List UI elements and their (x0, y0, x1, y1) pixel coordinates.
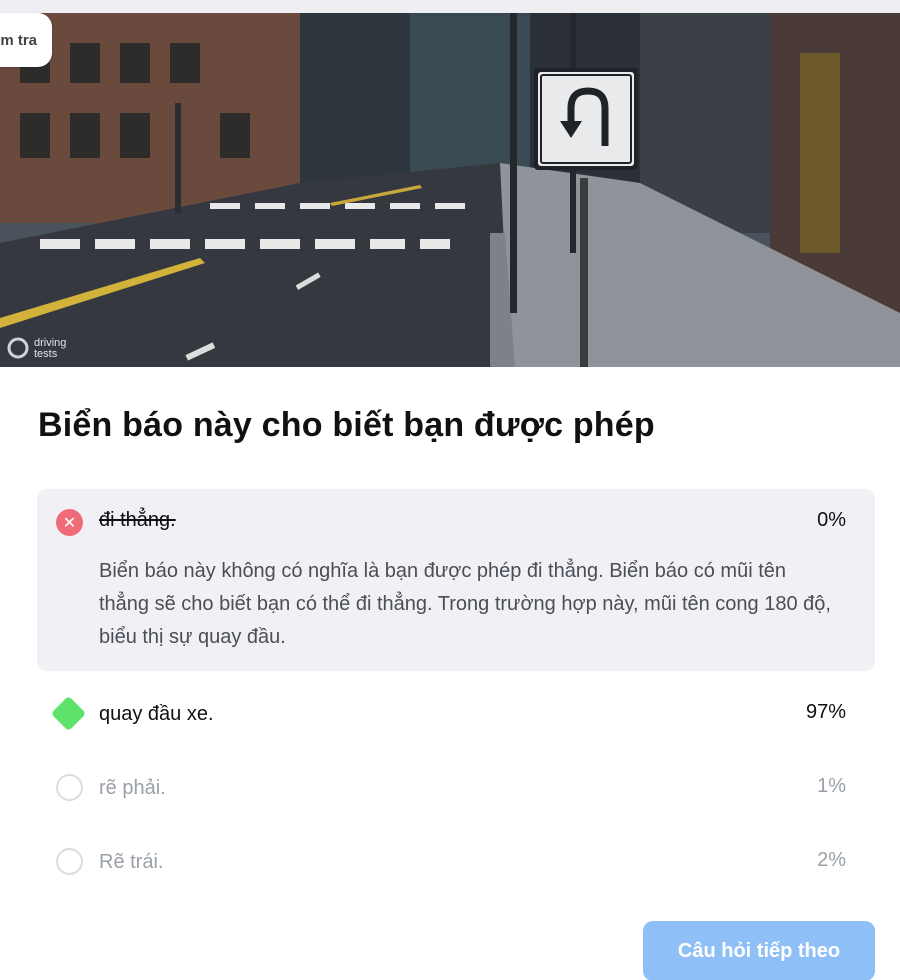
answer-percent: 1% (817, 775, 846, 797)
answer-label: rẽ phải. (99, 777, 166, 799)
u-turn-sign-icon (534, 68, 638, 170)
watermark-text: tests (34, 348, 58, 360)
answer-label: quay đầu xe. (99, 703, 214, 725)
answer-option[interactable]: rẽ phải. 1% (37, 768, 875, 808)
answer-percent: 97% (805, 701, 846, 723)
answer-option[interactable]: Rẽ trái. 2% (37, 842, 875, 882)
answer-option-wrong[interactable]: ✕ đi thẳng. 0% Biển báo này không có ngh… (37, 489, 875, 671)
answer-explanation: Biển báo này không có nghĩa là bạn được … (99, 560, 831, 648)
radio-empty-icon (56, 848, 83, 875)
answer-label: đi thẳng. (99, 509, 176, 531)
next-question-button[interactable]: Câu hỏi tiếp theo (643, 921, 875, 980)
answer-option-correct[interactable]: quay đầu xe. 97% (37, 694, 875, 734)
radio-empty-icon (56, 774, 83, 801)
top-strip (0, 0, 900, 13)
answer-label: Rẽ trái. (99, 851, 164, 873)
diamond-check-icon (50, 695, 87, 732)
close-icon: ✕ (56, 509, 83, 536)
question-title: Biển báo này cho biết bạn được phép (38, 406, 655, 444)
back-tab[interactable]: m tra (0, 13, 52, 67)
tab-label: m tra (0, 31, 37, 49)
question-image: driving tests (0, 13, 900, 367)
answer-percent: 2% (817, 849, 846, 871)
answer-percent: 0% (817, 509, 846, 531)
